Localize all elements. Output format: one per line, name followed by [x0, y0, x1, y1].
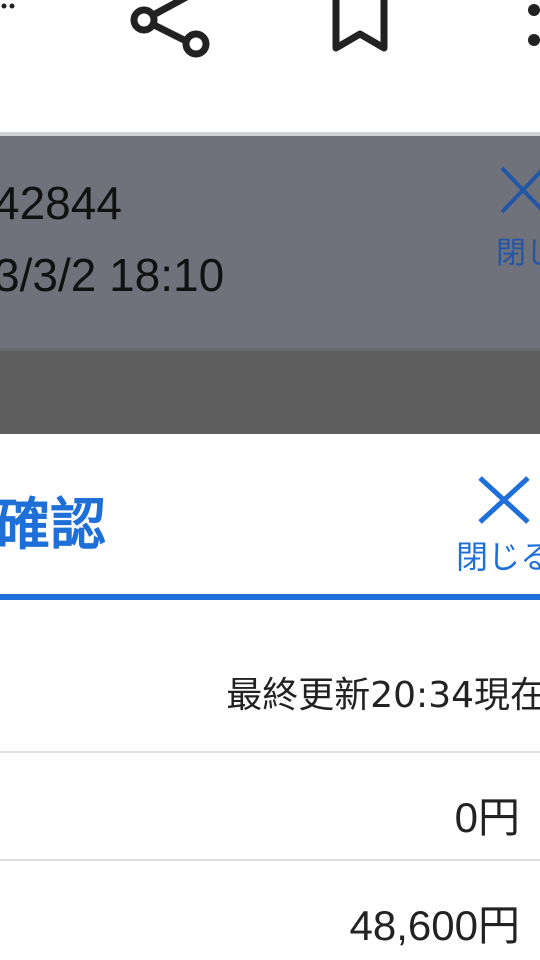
amount-value: 0円 — [454, 794, 520, 841]
background-id-text: 42844 — [0, 177, 122, 229]
background-close-label: 閉じ — [496, 236, 540, 271]
background-datetime-text: 3/3/2 18:10 — [0, 249, 225, 301]
close-button[interactable]: 閉じる — [446, 464, 540, 584]
bookmark-icon[interactable] — [330, 0, 392, 56]
overflow-menu-icon[interactable] — [522, 0, 540, 54]
background-overlay-strip — [0, 348, 540, 434]
close-icon — [500, 166, 540, 214]
browser-toolbar — [0, 0, 540, 132]
last-updated-text: 最終更新20:34現在 — [226, 675, 540, 716]
row-divider — [0, 751, 540, 753]
sheet-title: 確認 — [0, 493, 106, 558]
background-card — [0, 132, 540, 348]
share-icon[interactable] — [130, 0, 212, 60]
row-divider — [0, 859, 540, 861]
screen: 42844 3/3/2 18:10 閉じ 確認 閉じる 最終更新20:34現在 … — [0, 0, 540, 960]
amount-value: 48,600円 — [349, 902, 520, 949]
close-icon — [478, 476, 530, 524]
confirmation-sheet: 確認 閉じる 最終更新20:34現在 0円 48,600円 — [0, 434, 540, 960]
close-button-label: 閉じる — [456, 538, 540, 576]
sheet-header: 確認 閉じる — [0, 434, 540, 600]
more-dots-icon[interactable] — [0, 0, 24, 14]
